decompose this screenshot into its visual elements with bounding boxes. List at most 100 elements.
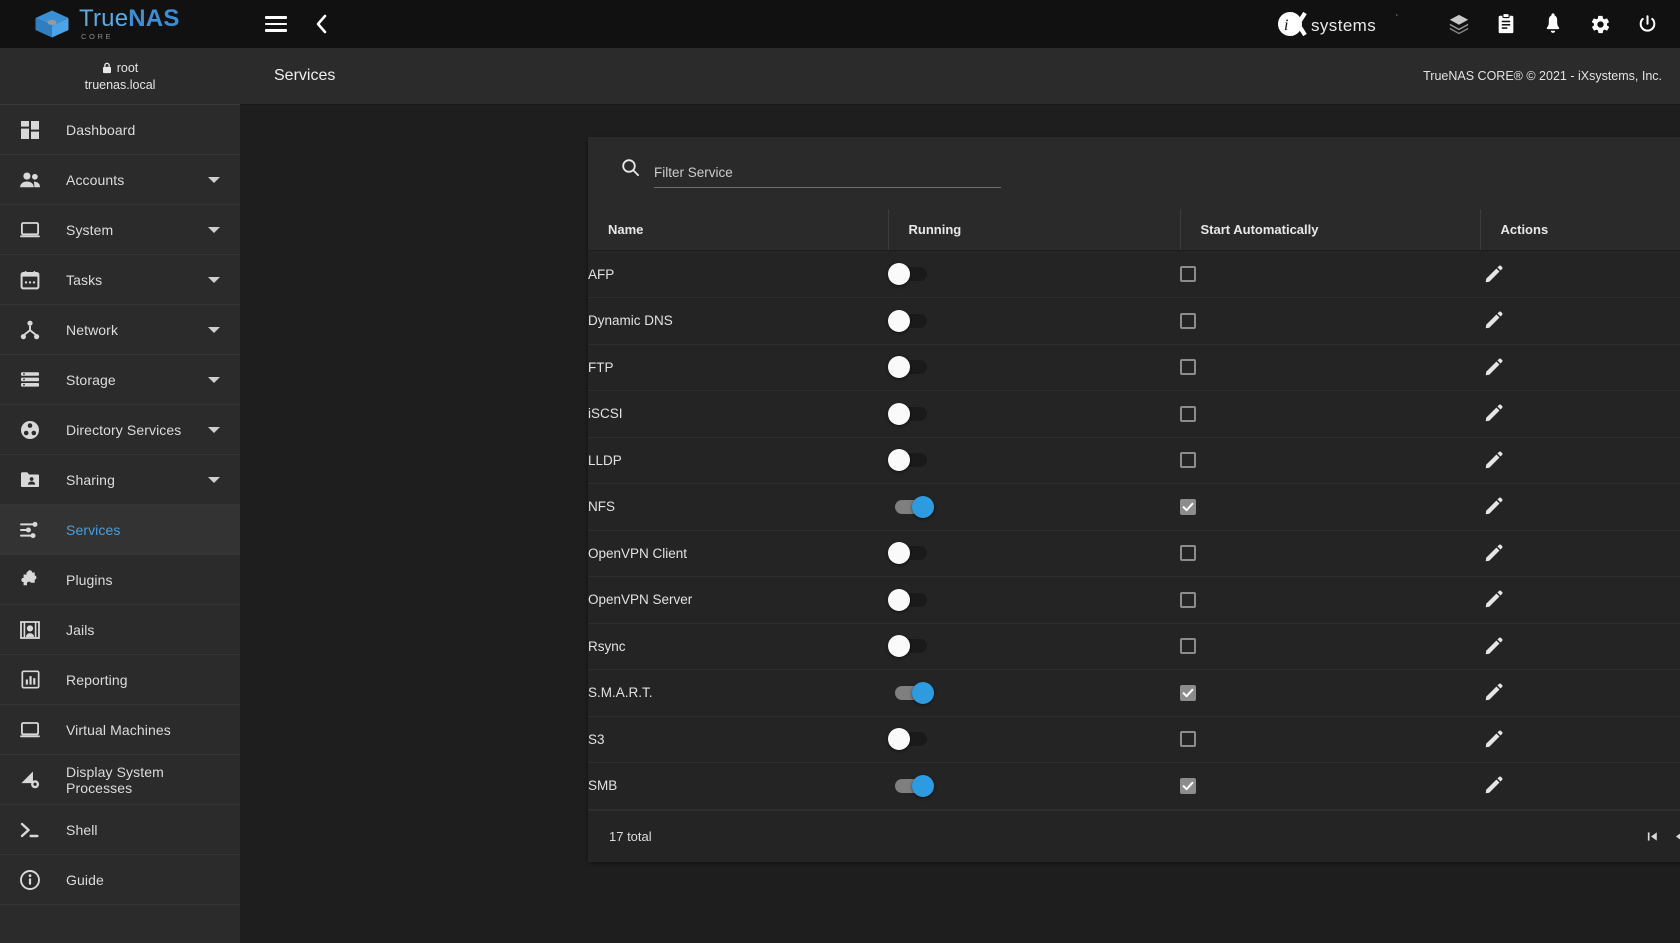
first-page-button[interactable] (1640, 824, 1664, 848)
chevron-down-icon[interactable] (208, 176, 220, 183)
start-automatically-checkbox[interactable] (1180, 266, 1196, 283)
column-header-actions[interactable]: Actions (1480, 209, 1680, 251)
pencil-icon[interactable] (1480, 587, 1506, 613)
start-automatically-checkbox[interactable] (1180, 498, 1196, 515)
running-toggle[interactable] (888, 495, 934, 518)
column-header-running[interactable]: Running (888, 209, 1181, 251)
chevron-down-icon[interactable] (208, 376, 220, 383)
menu-toggle-button[interactable] (261, 9, 291, 39)
pencil-icon[interactable] (1480, 261, 1506, 287)
column-header-start-automatically[interactable]: Start Automatically (1180, 209, 1481, 251)
services-icon (10, 517, 50, 543)
running-toggle[interactable] (888, 728, 934, 751)
running-toggle[interactable] (888, 309, 934, 332)
pencil-icon[interactable] (1480, 680, 1506, 706)
start-automatically-checkbox[interactable] (1180, 638, 1196, 655)
clipboard-button[interactable] (1491, 9, 1521, 39)
running-toggle[interactable] (888, 542, 934, 565)
running-toggle[interactable] (888, 635, 934, 658)
actions-cell (1480, 251, 1680, 298)
running-toggle[interactable] (888, 356, 934, 379)
start-automatically-checkbox[interactable] (1180, 452, 1196, 469)
previous-page-button[interactable] (1666, 824, 1680, 848)
pencil-icon[interactable] (1480, 308, 1506, 334)
table-row[interactable]: iSCSI (588, 390, 1680, 438)
running-toggle[interactable] (888, 449, 934, 472)
table-row[interactable]: Dynamic DNS (588, 297, 1680, 345)
brand-logo[interactable]: TrueNAS CORE (0, 0, 240, 48)
start-automatically-checkbox[interactable] (1180, 405, 1196, 422)
sidebar-item-reporting[interactable]: Reporting (0, 655, 240, 705)
actions-cell (1480, 623, 1680, 670)
table-scroll-region[interactable]: AFP Dynamic DNS FTP iSCSI LLDP NFS OpenVPN Cli… (588, 251, 1680, 810)
brand-name-nas: NAS (128, 5, 180, 33)
search-icon (621, 158, 640, 182)
chevron-down-icon[interactable] (208, 276, 220, 283)
pencil-icon[interactable] (1480, 726, 1506, 752)
column-header-name[interactable]: Name (588, 209, 889, 251)
sidebar-item-jails[interactable]: Jails (0, 605, 240, 655)
pencil-icon[interactable] (1480, 447, 1506, 473)
table-row[interactable]: OpenVPN Server (588, 576, 1680, 624)
sidebar-item-plugins[interactable]: Plugins (0, 555, 240, 605)
collapse-sidebar-button[interactable] (307, 9, 337, 39)
table-row[interactable]: LLDP (588, 437, 1680, 484)
table-row[interactable]: S.M.A.R.T. (588, 669, 1680, 717)
sidebar-item-shell[interactable]: Shell (0, 805, 240, 855)
notifications-button[interactable] (1538, 9, 1568, 39)
cube-stack-button[interactable] (1444, 9, 1474, 39)
sidebar-item-services[interactable]: Services (0, 505, 240, 555)
start-automatically-cell (1180, 576, 1480, 624)
sidebar-item-storage[interactable]: Storage (0, 355, 240, 405)
start-automatically-checkbox[interactable] (1180, 684, 1196, 701)
filter-bar (588, 137, 1680, 209)
pencil-icon[interactable] (1480, 354, 1506, 380)
start-automatically-checkbox[interactable] (1180, 777, 1196, 794)
running-toggle[interactable] (888, 588, 934, 611)
running-toggle[interactable] (888, 263, 934, 285)
table-row[interactable]: S3 (588, 716, 1680, 763)
start-automatically-checkbox[interactable] (1180, 312, 1196, 329)
sidebar-item-virtual-machines[interactable]: Virtual Machines (0, 705, 240, 755)
start-automatically-checkbox[interactable] (1180, 359, 1196, 376)
start-automatically-cell (1180, 483, 1480, 531)
sidebar-item-sharing[interactable]: Sharing (0, 455, 240, 505)
start-automatically-checkbox[interactable] (1180, 545, 1196, 562)
chevron-down-icon[interactable] (208, 476, 220, 483)
running-toggle[interactable] (888, 774, 934, 797)
chevron-down-icon[interactable] (208, 326, 220, 333)
pencil-icon[interactable] (1480, 401, 1506, 427)
sidebar-item-label: System (66, 221, 114, 238)
sidebar-item-directory-services[interactable]: Directory Services (0, 405, 240, 455)
sidebar-item-accounts[interactable]: Accounts (0, 155, 240, 205)
truenas-app: TrueNAS CORE i systems ‘ root truenas.lo… (0, 0, 1680, 943)
pencil-icon[interactable] (1480, 633, 1506, 659)
table-row[interactable]: NFS (588, 483, 1680, 531)
chevron-down-icon[interactable] (208, 426, 220, 433)
sidebar-item-system[interactable]: System (0, 205, 240, 255)
start-automatically-checkbox[interactable] (1180, 731, 1196, 748)
sidebar-item-display-system-processes[interactable]: Display System Processes (0, 755, 240, 805)
table-row[interactable]: AFP (588, 251, 1680, 298)
table-row[interactable]: OpenVPN Client (588, 530, 1680, 577)
running-cell (888, 390, 1180, 438)
filter-service-input[interactable] (654, 165, 1001, 188)
pencil-icon[interactable] (1480, 540, 1506, 566)
sidebar-item-network[interactable]: Network (0, 305, 240, 355)
accounts-icon (10, 167, 50, 193)
running-toggle[interactable] (888, 681, 934, 704)
pencil-icon[interactable] (1480, 494, 1506, 520)
brand-text: TrueNAS CORE (79, 7, 180, 41)
sidebar-item-guide[interactable]: Guide (0, 855, 240, 905)
table-row[interactable]: Rsync (588, 623, 1680, 670)
power-button[interactable] (1632, 9, 1662, 39)
table-row[interactable]: FTP (588, 344, 1680, 391)
table-row[interactable]: SMB (588, 762, 1680, 810)
settings-button[interactable] (1585, 9, 1615, 39)
sidebar-item-tasks[interactable]: Tasks (0, 255, 240, 305)
running-toggle[interactable] (888, 402, 934, 425)
pencil-icon[interactable] (1480, 773, 1506, 799)
chevron-down-icon[interactable] (208, 226, 220, 233)
start-automatically-checkbox[interactable] (1180, 591, 1196, 608)
sidebar-item-dashboard[interactable]: Dashboard (0, 105, 240, 155)
